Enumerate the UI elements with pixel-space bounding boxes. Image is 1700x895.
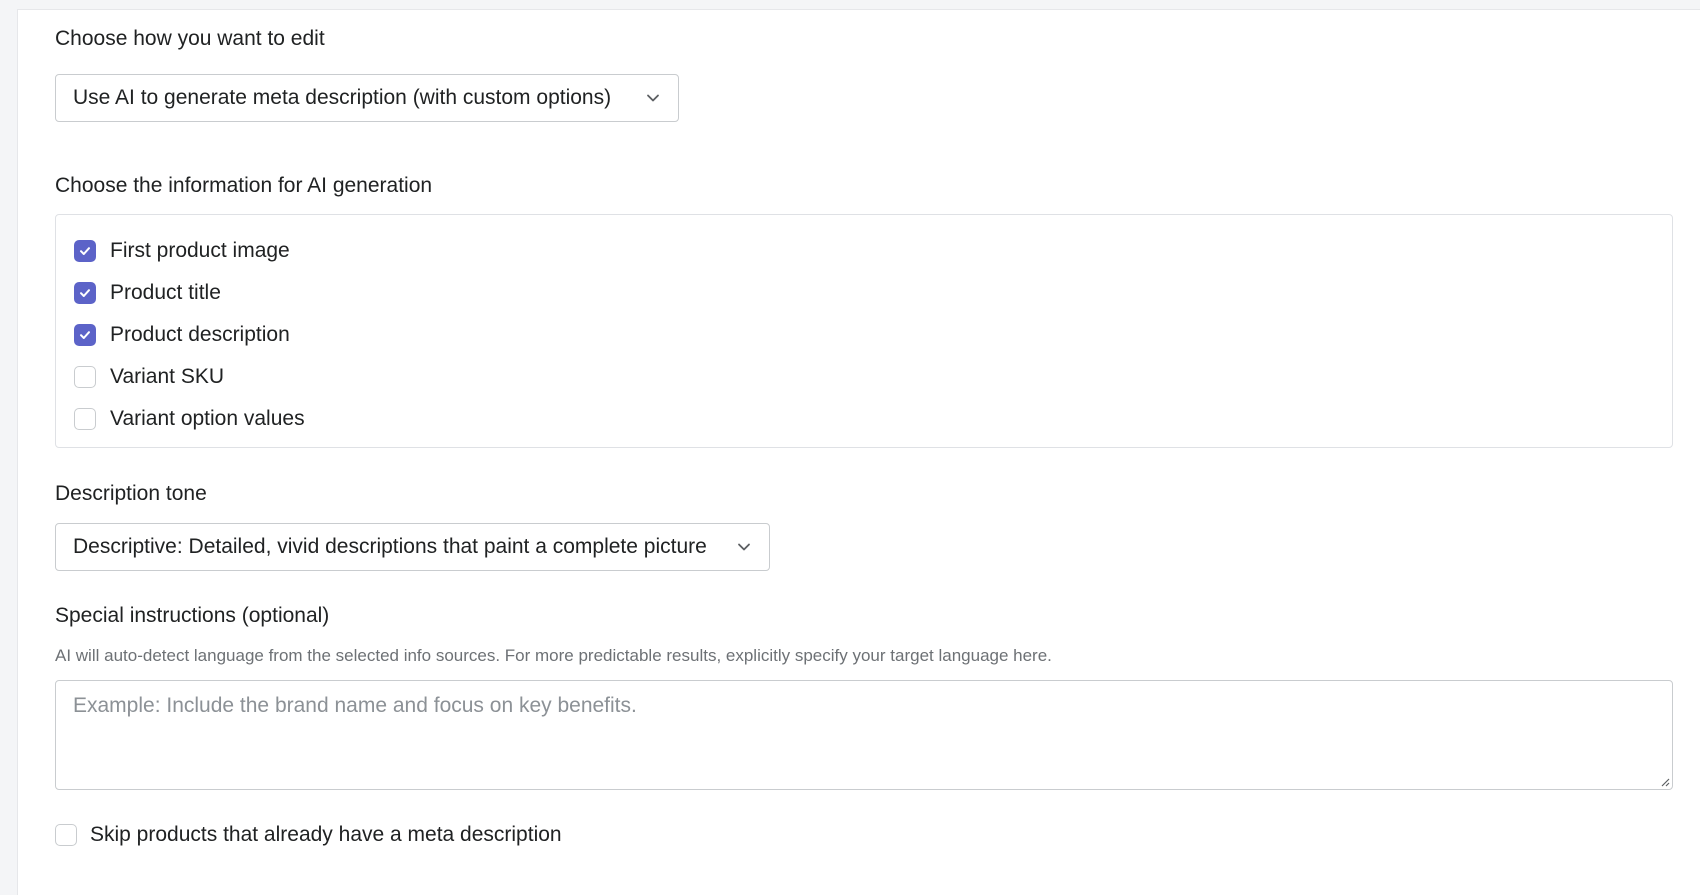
chevron-down-icon [735, 538, 753, 556]
checkbox-checked[interactable] [74, 324, 96, 346]
option-label: Product title [110, 281, 221, 304]
option-product-description[interactable]: Product description [74, 320, 290, 350]
skip-label: Skip products that already have a meta d… [90, 823, 562, 846]
edit-mode-selected-value: Use AI to generate meta description (wit… [73, 86, 612, 109]
skip-checkbox[interactable] [55, 824, 77, 846]
checkbox-checked[interactable] [74, 282, 96, 304]
checkmark-icon [80, 331, 90, 339]
tone-select[interactable]: Descriptive: Detailed, vivid description… [55, 523, 770, 571]
ai-info-options: First product image Product title Produc… [55, 214, 1673, 448]
option-product-title[interactable]: Product title [74, 278, 221, 308]
ai-info-label: Choose the information for AI generation [55, 174, 433, 197]
option-first-product-image[interactable]: First product image [74, 236, 290, 266]
option-label: Product description [110, 323, 290, 346]
checkmark-icon [80, 247, 90, 255]
tone-label: Description tone [55, 482, 207, 505]
instructions-textarea[interactable] [56, 681, 1672, 789]
option-label: Variant option values [110, 407, 305, 430]
checkmark-icon [80, 289, 90, 297]
tone-selected-value: Descriptive: Detailed, vivid description… [73, 535, 707, 558]
option-label: Variant SKU [110, 365, 224, 388]
edit-mode-label: Choose how you want to edit [55, 27, 325, 50]
resize-handle-icon[interactable] [1658, 775, 1670, 787]
instructions-field [55, 680, 1673, 790]
skip-existing-option[interactable]: Skip products that already have a meta d… [55, 820, 562, 850]
option-variant-option-values[interactable]: Variant option values [74, 404, 305, 434]
instructions-label: Special instructions (optional) [55, 604, 330, 627]
option-label: First product image [110, 239, 290, 262]
checkbox-checked[interactable] [74, 240, 96, 262]
edit-mode-select[interactable]: Use AI to generate meta description (wit… [55, 74, 679, 122]
instructions-help-text: AI will auto-detect language from the se… [55, 646, 1052, 665]
checkbox-unchecked[interactable] [74, 366, 96, 388]
checkbox-unchecked[interactable] [74, 408, 96, 430]
chevron-down-icon [644, 89, 662, 107]
option-variant-sku[interactable]: Variant SKU [74, 362, 224, 392]
